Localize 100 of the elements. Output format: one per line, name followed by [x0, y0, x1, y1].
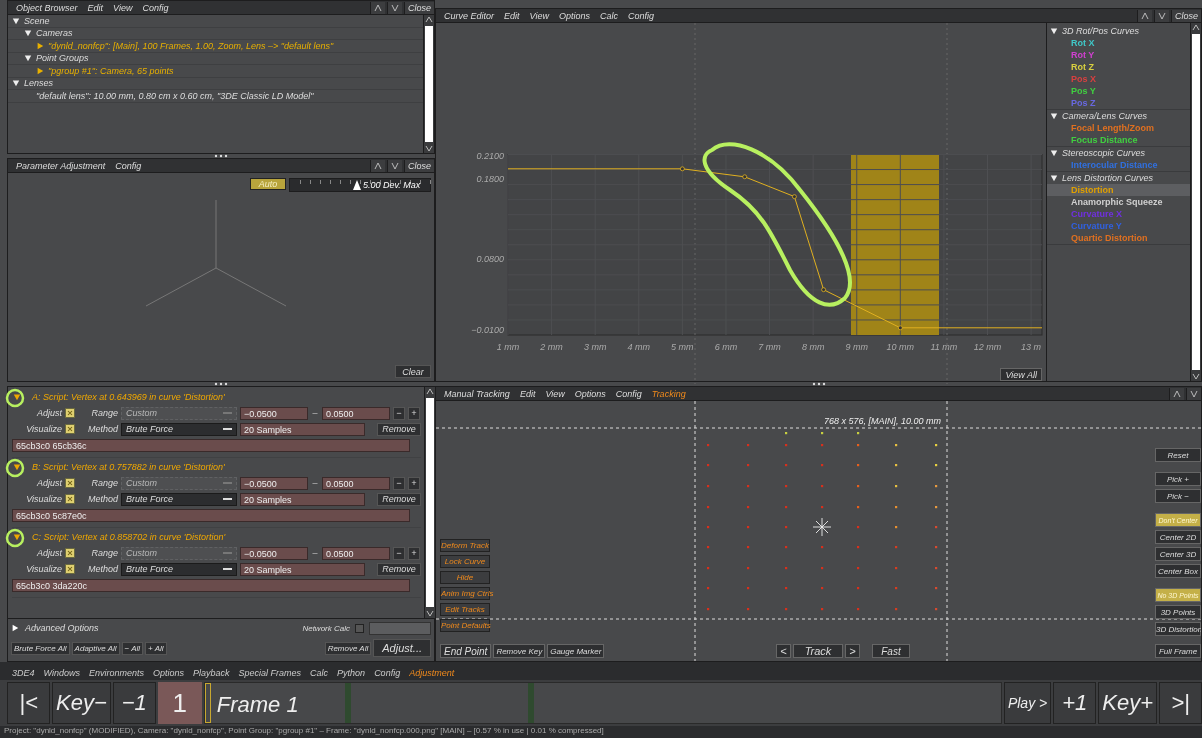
chevron-up-icon[interactable]	[370, 159, 385, 172]
checkbox[interactable]	[65, 424, 75, 434]
view-all-button[interactable]: View All	[1000, 368, 1042, 381]
menu-item[interactable]: Edit	[83, 2, 108, 13]
menu-item[interactable]: Adjustment	[409, 668, 455, 678]
max-field[interactable]: 0.0500	[322, 546, 390, 560]
tool-button[interactable]: Edit Tracks	[440, 603, 490, 616]
menu-item[interactable]: Config	[111, 160, 146, 171]
entry-title[interactable]: B: Script: Vertex at 0.757882 in curve 'Distortion'	[32, 462, 225, 472]
remove-button[interactable]: Remove	[377, 562, 421, 576]
expanded-triangle-icon[interactable]	[13, 393, 21, 401]
expanded-triangle-icon[interactable]	[13, 463, 21, 471]
tool-button[interactable]: Deform Track	[440, 539, 490, 552]
previous-button[interactable]: <	[776, 644, 791, 658]
menu-item[interactable]: View	[109, 2, 137, 13]
chevron-down-icon[interactable]	[387, 159, 402, 172]
splitter-grip-icon[interactable]	[811, 382, 826, 386]
menu-item[interactable]: Config	[374, 668, 401, 678]
chevron-down-icon[interactable]	[424, 143, 434, 153]
timeline-handle[interactable]	[204, 683, 211, 723]
expanded-triangle-icon[interactable]	[24, 54, 32, 63]
curve-vertex[interactable]	[792, 194, 797, 200]
curve-vertex[interactable]	[679, 166, 685, 172]
tool-button[interactable]: End Point	[440, 644, 492, 658]
menu-item[interactable]: Edit	[500, 10, 524, 21]
min-field[interactable]: −0.0500	[240, 476, 308, 490]
fast-button[interactable]: Fast	[872, 644, 910, 658]
menu-item[interactable]: Calc	[595, 10, 622, 21]
remove-button[interactable]: Remove	[377, 422, 421, 436]
menu-item[interactable]: Calc	[310, 668, 329, 678]
tree-item[interactable]: Cameras	[36, 28, 73, 39]
scrollbar[interactable]	[1190, 23, 1201, 381]
tree-item[interactable]: "dynld_nonfcp": [Main], 100 Frames, 1.00, Zoom, Lens –> "default lens"	[48, 40, 334, 51]
menu-item[interactable]: Config	[138, 2, 173, 13]
menu-item[interactable]: Options	[554, 10, 594, 21]
adjust-mode-button[interactable]: Brute Force All	[11, 641, 70, 655]
next-button[interactable]: >	[845, 644, 860, 658]
view-option-button[interactable]: Full Frame	[1155, 644, 1201, 658]
timeline-button[interactable]: −1	[112, 682, 156, 724]
expanded-triangle-icon[interactable]	[24, 29, 32, 38]
expanded-triangle-icon[interactable]	[1050, 174, 1058, 182]
menu-item[interactable]: View	[525, 10, 553, 21]
curve-group-label[interactable]: Camera/Lens Curves	[1062, 111, 1148, 121]
checkbox[interactable]	[65, 548, 75, 558]
expanded-triangle-icon[interactable]	[12, 79, 20, 88]
adjust-mode-button[interactable]: Adaptive All	[71, 641, 120, 655]
curve-list-item[interactable]: Rot X	[1047, 37, 1190, 49]
close-button[interactable]: Close	[404, 159, 434, 172]
menu-item[interactable]: Windows	[43, 668, 80, 678]
tree-item[interactable]: Point Groups	[36, 53, 89, 64]
menu-item[interactable]: Special Frames	[238, 668, 302, 678]
chevron-down-icon[interactable]	[1154, 9, 1169, 22]
track-button[interactable]: Track	[793, 644, 843, 658]
advanced-options-toggle[interactable]: Advanced Options	[25, 623, 99, 633]
curve-group-label[interactable]: Lens Distortion Curves	[1062, 173, 1154, 183]
timeline-button[interactable]: |<	[7, 682, 50, 724]
tree-item[interactable]: "pgroup #1": Camera, 65 points	[48, 65, 174, 76]
expanded-triangle-icon[interactable]	[1050, 27, 1058, 35]
curve-group-label[interactable]: Stereoscopic Curves	[1062, 148, 1146, 158]
tool-button[interactable]: Point Defaults	[440, 619, 490, 632]
curve-list-item[interactable]: Pos Y	[1047, 85, 1190, 97]
splitter-grip-icon[interactable]	[214, 382, 228, 386]
menu-item[interactable]: Curve Editor	[440, 10, 499, 21]
menu-item[interactable]: Manual Tracking	[440, 388, 514, 399]
frame-timeline[interactable]: Frame 1	[203, 682, 1002, 724]
menu-item[interactable]: Environments	[88, 668, 144, 678]
chevron-down-icon[interactable]	[387, 1, 402, 14]
curve-list-item[interactable]: Focus Distance	[1047, 134, 1190, 146]
menu-item[interactable]: Edit	[515, 388, 540, 399]
decrease-button[interactable]: −	[393, 406, 405, 420]
tool-button[interactable]: Gauge Marker	[547, 644, 605, 658]
curve-vertex[interactable]	[897, 325, 903, 331]
collapsed-triangle-icon[interactable]	[36, 41, 44, 50]
increase-button[interactable]: +	[408, 406, 420, 420]
max-field[interactable]: 0.0500	[322, 476, 390, 490]
entry-title[interactable]: A: Script: Vertex at 0.643969 in curve 'Distortion'	[32, 392, 225, 402]
menu-item[interactable]: Config	[623, 10, 658, 21]
close-button[interactable]: Close	[404, 1, 434, 14]
min-field[interactable]: −0.0500	[240, 546, 308, 560]
expanded-triangle-icon[interactable]	[12, 16, 20, 25]
chevron-down-icon[interactable]	[1191, 371, 1201, 381]
id-field[interactable]: 65cb3c0 3da220c	[12, 578, 410, 592]
samples-field[interactable]: 20 Samples	[240, 422, 365, 436]
tool-button[interactable]: Lock Curve	[440, 555, 490, 568]
menu-item[interactable]: Python	[337, 668, 366, 678]
menu-item[interactable]: View	[541, 388, 569, 399]
menu-item[interactable]: Options	[570, 388, 610, 399]
samples-field[interactable]: 20 Samples	[240, 492, 365, 506]
menu-item[interactable]: Tracking	[647, 388, 690, 399]
view-option-button[interactable]: Center 3D	[1155, 547, 1201, 561]
chevron-up-icon[interactable]	[370, 1, 385, 14]
deviation-slider[interactable]: 5.00 Dev. Max	[289, 178, 431, 192]
view-option-button[interactable]: 3D Points	[1155, 605, 1201, 619]
curve-vertex[interactable]	[821, 287, 826, 293]
menu-item[interactable]: Parameter Adjustment	[12, 160, 110, 171]
menu-item[interactable]: 3DE4	[12, 668, 35, 678]
chevron-up-icon[interactable]	[424, 15, 434, 25]
view-option-button[interactable]: Center Box	[1155, 564, 1201, 578]
collapsed-triangle-icon[interactable]	[11, 624, 19, 632]
id-field[interactable]: 65cb3c0 65cb36c	[12, 438, 410, 452]
